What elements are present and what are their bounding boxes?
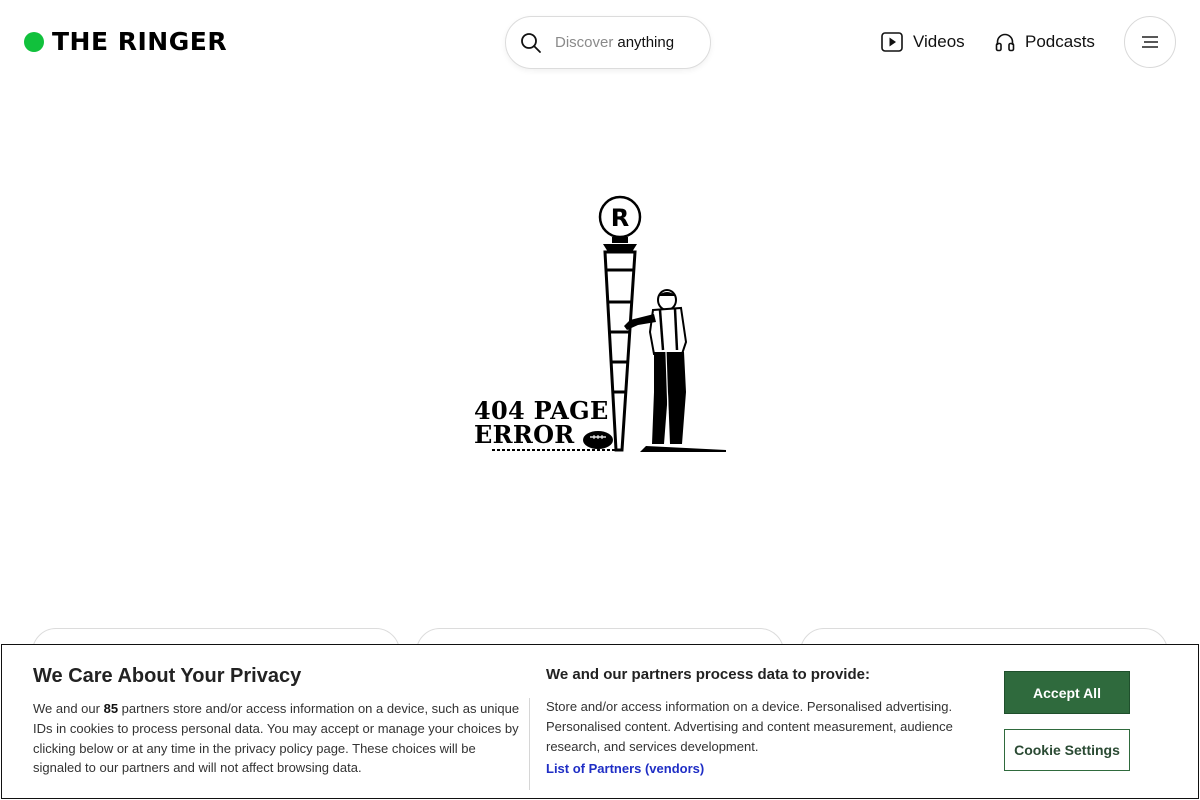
search-box[interactable]: Discover anything (505, 16, 711, 69)
search-placeholder: Discover (555, 34, 614, 51)
nav-podcasts-label: Podcasts (1025, 32, 1095, 51)
search-icon (520, 32, 542, 54)
man-figure (624, 289, 726, 452)
cookie-consent-banner: We Care About Your Privacy We and our 85… (1, 644, 1199, 799)
partner-count: 85 (103, 701, 119, 716)
nav-podcasts-link[interactable]: Podcasts (995, 30, 1095, 54)
cookie-purposes-list: Store and/or access information on a dev… (546, 699, 953, 754)
logo-text: THE RINGER (52, 27, 228, 56)
badge-letter: R (611, 204, 629, 232)
nav-videos-label: Videos (913, 32, 965, 51)
football-icon (583, 431, 613, 449)
error-title-line2: ERROR (474, 420, 575, 449)
cookie-purposes-title: We and our partners process data to prov… (546, 666, 870, 683)
headphones-icon (995, 33, 1015, 52)
cookie-settings-button[interactable]: Cookie Settings (1004, 729, 1130, 771)
partners-list-link[interactable]: List of Partners (vendors) (546, 761, 704, 776)
cookie-banner-title: We Care About Your Privacy (33, 665, 302, 687)
cookie-banner-divider (529, 698, 530, 790)
404-illustration: R 404 PAGE ERROR (474, 195, 726, 452)
ringer-r-badge-icon: R (598, 195, 642, 243)
nav-videos-link[interactable]: Videos (881, 30, 965, 54)
site-header: THE RINGER Discover anything Videos Podc… (0, 0, 1200, 84)
accept-all-button[interactable]: Accept All (1004, 671, 1130, 714)
logo-dot-icon (24, 32, 44, 52)
cookie-banner-description: We and our 85 partners store and/or acce… (33, 701, 520, 776)
site-logo[interactable]: THE RINGER (24, 27, 228, 56)
menu-button[interactable] (1124, 16, 1176, 68)
play-square-icon (881, 32, 903, 52)
hamburger-menu-icon (1142, 36, 1158, 48)
search-rotating-word: anything (617, 34, 675, 51)
